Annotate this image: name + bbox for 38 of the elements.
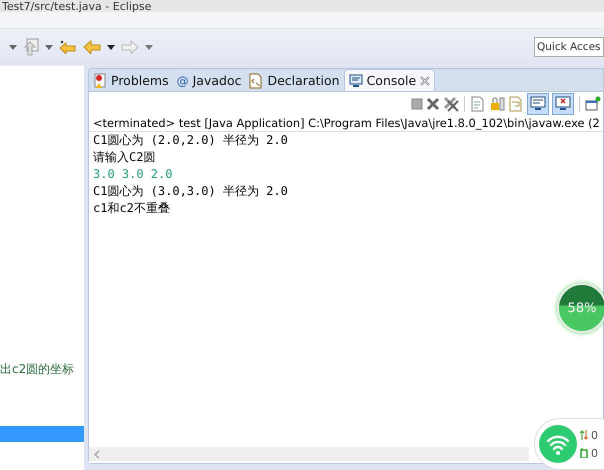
word-wrap-icon[interactable] xyxy=(508,96,524,112)
network-widget[interactable]: 0 0 xyxy=(534,418,604,470)
upload-speed: 0 xyxy=(591,428,598,442)
document-upload-icon[interactable] xyxy=(23,38,39,56)
code-text: 出c2圆的坐标 xyxy=(0,361,76,378)
console-header: <terminated> test [Java Application] C:\Program Files\Java\jre1.8.0_102\bin\javaw.exe (2 xyxy=(89,116,603,132)
remove-icon[interactable] xyxy=(426,97,440,111)
window-title: Test7/src/test.java - Eclipse xyxy=(2,1,152,12)
console-line: 请输入C2圆 xyxy=(93,149,156,166)
back-arrow-icon[interactable] xyxy=(83,40,101,54)
monitor-icon[interactable] xyxy=(527,93,549,115)
scroll-lock-icon[interactable] xyxy=(489,96,505,112)
tab[interactable]: Console xyxy=(344,69,436,91)
up-down-arrows-icon xyxy=(580,430,588,440)
monitor-error-icon[interactable] xyxy=(552,93,574,115)
close-icon[interactable] xyxy=(420,76,430,86)
monitor-icon xyxy=(348,74,363,88)
clear-console-icon[interactable] xyxy=(470,96,486,112)
problems-icon xyxy=(93,72,107,88)
horizontal-scrollbar[interactable] xyxy=(89,447,529,461)
console-line: C1圆心为 (3.0,3.0) 半径为 2.0 xyxy=(93,183,289,200)
wifi-icon xyxy=(539,425,577,463)
tab[interactable]: @ Javadoc xyxy=(172,70,246,91)
download-speed: 0 xyxy=(591,446,598,460)
at-sign-icon: @ xyxy=(176,74,189,88)
tab[interactable]: Problems xyxy=(89,70,173,91)
back-arrow-icon[interactable] xyxy=(59,40,77,54)
dropdown-arrow-icon[interactable] xyxy=(107,44,115,50)
tab[interactable]: Declaration xyxy=(245,70,344,91)
pin-icon[interactable] xyxy=(585,96,601,112)
phone-icon xyxy=(580,448,588,458)
remove-all-icon[interactable] xyxy=(443,96,459,112)
console-line: c1和c2不重叠 xyxy=(93,200,171,217)
console-line: C1圆心为 (2.0,2.0) 半径为 2.0 xyxy=(93,132,289,149)
stop-icon[interactable] xyxy=(411,98,423,110)
declaration-icon xyxy=(249,72,264,88)
quick-access-field[interactable]: Quick Acces xyxy=(534,37,604,57)
console-line: 3.0 3.0 2.0 xyxy=(93,166,174,183)
